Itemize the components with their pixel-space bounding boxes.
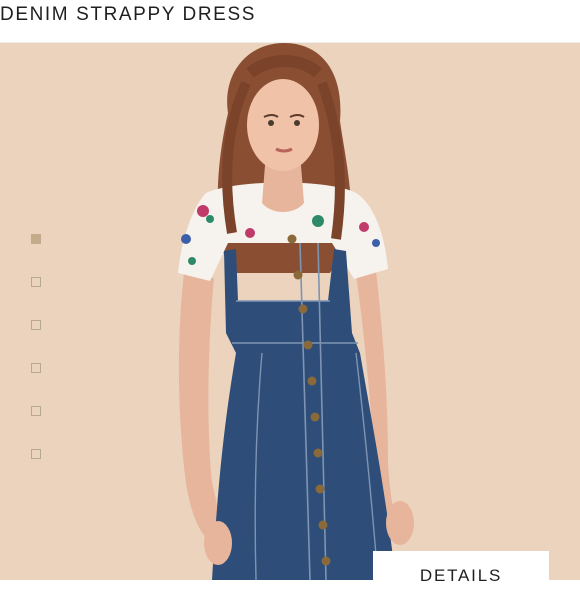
details-button[interactable]: DETAILS (373, 551, 549, 591)
thumbnail-1[interactable] (31, 234, 41, 244)
thumbnail-list (31, 234, 45, 492)
thumbnail-6[interactable] (31, 449, 41, 459)
thumbnail-2[interactable] (31, 277, 41, 287)
thumbnail-5[interactable] (31, 406, 41, 416)
thumbnail-4[interactable] (31, 363, 41, 373)
product-image-area (0, 43, 580, 580)
header-bar: DENIM STRAPPY DRESS (0, 0, 580, 43)
thumbnail-3[interactable] (31, 320, 41, 330)
product-photo (178, 43, 414, 580)
product-title: DENIM STRAPPY DRESS (0, 4, 256, 25)
